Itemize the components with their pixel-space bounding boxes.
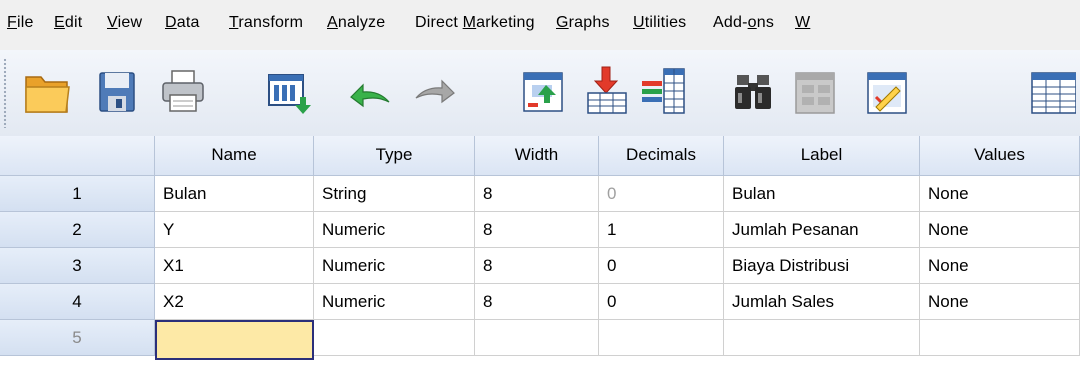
menu-bar: File Edit View Data Transform Analyze Di… <box>0 0 1080 51</box>
row-header[interactable]: 4 <box>0 284 155 320</box>
redo-icon[interactable] <box>410 63 460 119</box>
row-header[interactable]: 3 <box>0 248 155 284</box>
recall-dialog-icon[interactable] <box>264 63 314 119</box>
row-header[interactable]: 5 <box>0 320 155 356</box>
row-header[interactable]: 1 <box>0 176 155 212</box>
column-header-width[interactable]: Width <box>475 136 599 176</box>
toolbar <box>0 50 1080 137</box>
cell-width[interactable]: 8 <box>475 284 599 320</box>
variables-icon[interactable] <box>638 63 688 119</box>
empty-cell[interactable] <box>314 320 475 356</box>
cell-values[interactable]: None <box>920 176 1080 212</box>
cell-name[interactable]: Bulan <box>155 176 314 212</box>
menu-file[interactable]: File <box>7 14 34 32</box>
column-header-values[interactable]: Values <box>920 136 1080 176</box>
goto-variable-icon[interactable] <box>582 63 632 119</box>
cell-decimals[interactable]: 0 <box>599 176 724 212</box>
empty-cell[interactable] <box>599 320 724 356</box>
menu-edit[interactable]: Edit <box>54 14 82 32</box>
print-icon[interactable] <box>158 63 208 119</box>
cell-width[interactable]: 8 <box>475 176 599 212</box>
split-file-icon[interactable] <box>1026 63 1076 119</box>
row-header[interactable]: 2 <box>0 212 155 248</box>
menu-utilities[interactable]: Utilities <box>633 14 686 32</box>
cell-values[interactable]: None <box>920 248 1080 284</box>
empty-cell[interactable] <box>724 320 920 356</box>
cell-type[interactable]: String <box>314 176 475 212</box>
cell-type[interactable]: Numeric <box>314 248 475 284</box>
corner-header[interactable] <box>0 136 155 176</box>
menu-view[interactable]: View <box>107 14 142 32</box>
cell-name[interactable]: X2 <box>155 284 314 320</box>
open-folder-icon[interactable] <box>22 63 72 119</box>
menu-transform[interactable]: Transform <box>229 14 303 32</box>
column-header-decimals[interactable]: Decimals <box>599 136 724 176</box>
cell-decimals[interactable]: 0 <box>599 284 724 320</box>
cell-width[interactable]: 8 <box>475 212 599 248</box>
cell-label[interactable]: Bulan <box>724 176 920 212</box>
cell-values[interactable]: None <box>920 212 1080 248</box>
cell-name[interactable]: X1 <box>155 248 314 284</box>
insert-cases-icon[interactable] <box>790 63 840 119</box>
toolbar-grip[interactable] <box>3 58 7 128</box>
active-cell[interactable] <box>155 320 314 360</box>
menu-add-ons[interactable]: Add-ons <box>713 14 774 32</box>
goto-case-icon[interactable] <box>518 63 568 119</box>
cell-width[interactable]: 8 <box>475 248 599 284</box>
insert-variable-icon[interactable] <box>862 63 912 119</box>
menu-data[interactable]: Data <box>165 14 200 32</box>
column-header-type[interactable]: Type <box>314 136 475 176</box>
cell-values[interactable]: None <box>920 284 1080 320</box>
cell-label[interactable]: Jumlah Pesanan <box>724 212 920 248</box>
column-header-name[interactable]: Name <box>155 136 314 176</box>
menu-analyze[interactable]: Analyze <box>327 14 385 32</box>
cell-decimals[interactable]: 0 <box>599 248 724 284</box>
variable-view-grid: Name Type Width Decimals Label Values 1 … <box>0 136 1080 368</box>
save-icon[interactable] <box>92 63 142 119</box>
find-icon[interactable] <box>728 63 778 119</box>
menu-direct-marketing[interactable]: Direct Marketing <box>415 14 535 32</box>
empty-cell[interactable] <box>920 320 1080 356</box>
cell-label[interactable]: Jumlah Sales <box>724 284 920 320</box>
undo-icon[interactable] <box>345 63 395 119</box>
cell-decimals[interactable]: 1 <box>599 212 724 248</box>
empty-cell[interactable] <box>475 320 599 356</box>
cell-type[interactable]: Numeric <box>314 284 475 320</box>
menu-window[interactable]: W <box>795 14 810 32</box>
menu-graphs[interactable]: Graphs <box>556 14 610 32</box>
cell-label[interactable]: Biaya Distribusi <box>724 248 920 284</box>
cell-type[interactable]: Numeric <box>314 212 475 248</box>
cell-name[interactable]: Y <box>155 212 314 248</box>
column-header-label[interactable]: Label <box>724 136 920 176</box>
